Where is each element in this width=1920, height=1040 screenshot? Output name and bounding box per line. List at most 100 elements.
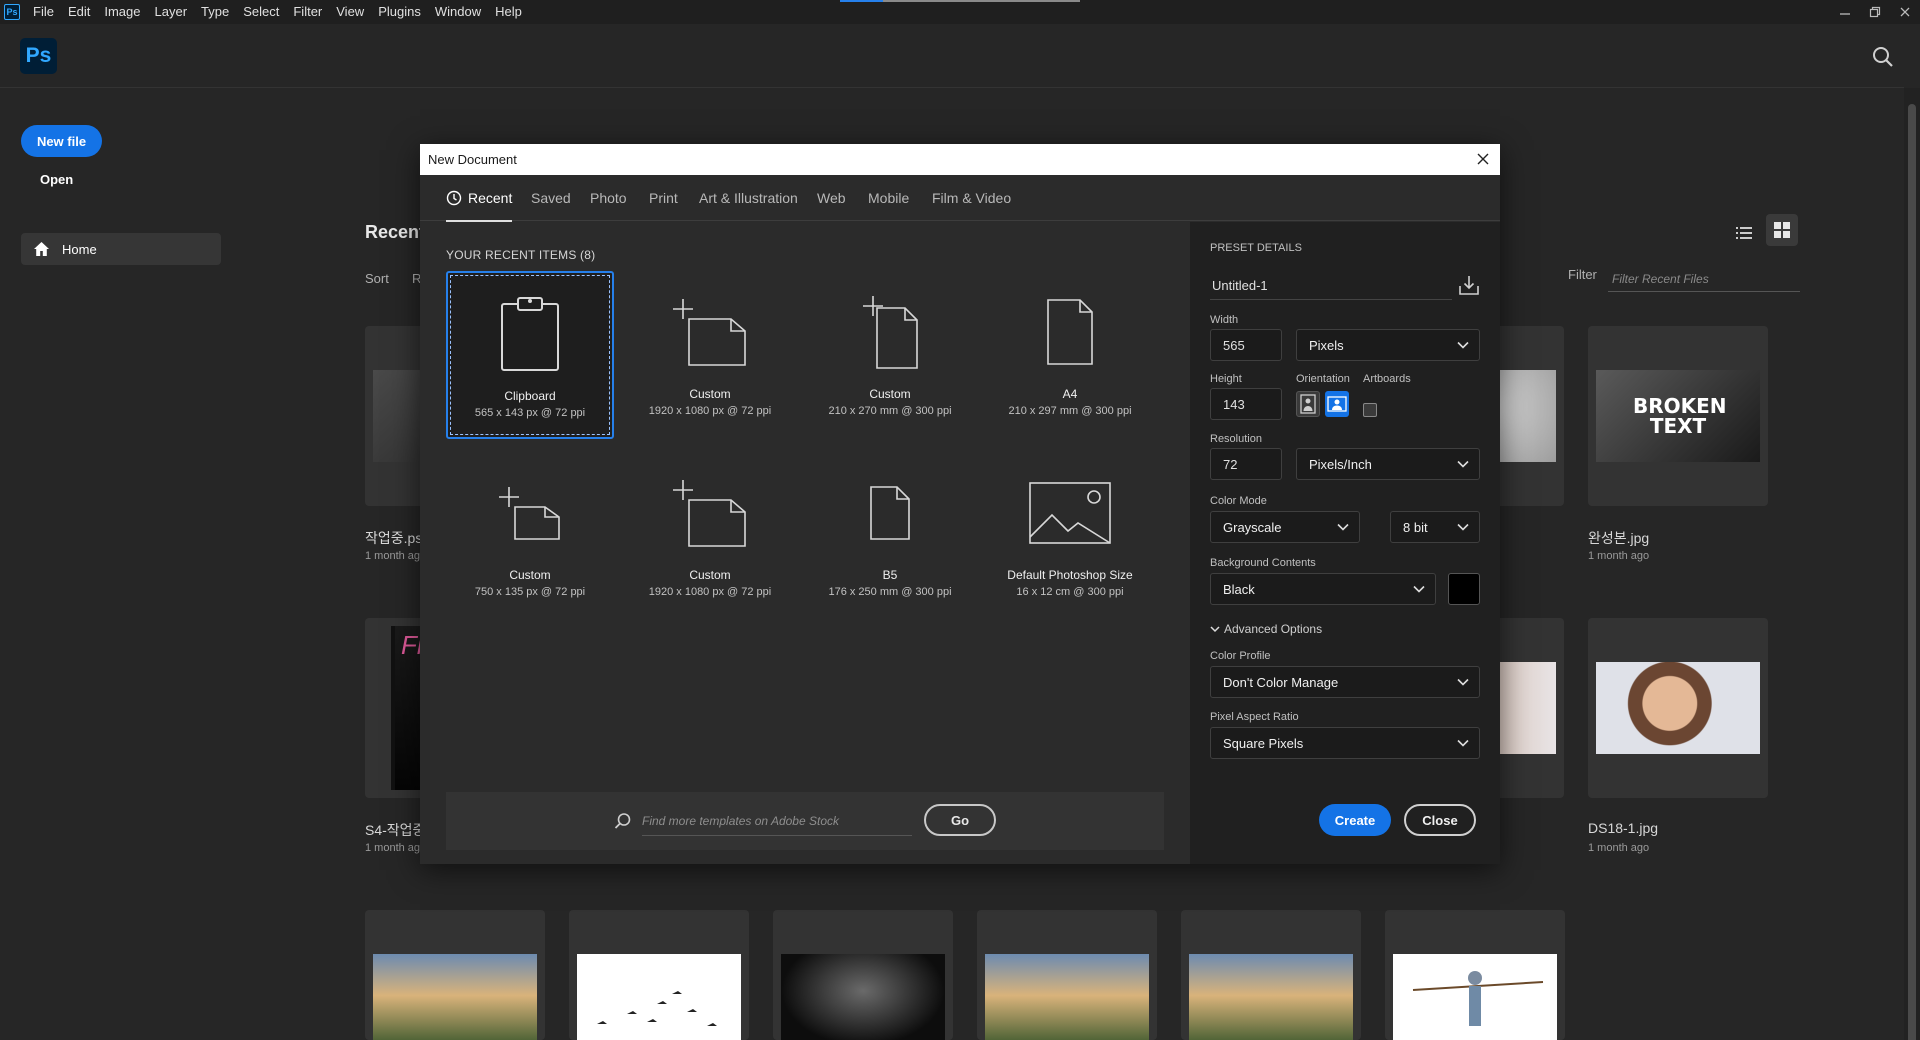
- landscape-orientation-button[interactable]: [1325, 391, 1349, 417]
- file-thumbnail: [1189, 954, 1353, 1040]
- custom-portrait-icon: [806, 291, 974, 373]
- preset-card-default-photoshop[interactable]: Default Photoshop Size 16 x 12 cm @ 300 …: [986, 452, 1154, 620]
- adobe-stock-search-input[interactable]: [642, 806, 912, 836]
- preset-category-tabs: Recent Saved Photo Print Art & Illustrat…: [420, 175, 1500, 222]
- close-icon[interactable]: [1890, 0, 1920, 24]
- filter-recent-files-input[interactable]: [1608, 266, 1800, 292]
- preset-card-custom[interactable]: Custom 1920 x 1080 px @ 72 ppi: [626, 271, 794, 439]
- open-button[interactable]: Open: [40, 172, 73, 187]
- menu-select[interactable]: Select: [236, 0, 286, 24]
- resolution-input[interactable]: 72: [1210, 448, 1282, 480]
- menu-layer[interactable]: Layer: [148, 0, 195, 24]
- recent-file-card[interactable]: [977, 910, 1157, 1040]
- restore-icon[interactable]: [1860, 0, 1890, 24]
- save-preset-icon[interactable]: [1458, 274, 1480, 296]
- scrollbar-thumb[interactable]: [1908, 104, 1916, 1040]
- preset-name: B5: [882, 568, 898, 582]
- preset-description: 210 x 297 mm @ 300 ppi: [1008, 405, 1132, 417]
- tab-web[interactable]: Web: [817, 175, 846, 221]
- menu-edit[interactable]: Edit: [61, 0, 97, 24]
- search-icon[interactable]: [1872, 46, 1894, 68]
- preset-card-custom[interactable]: Custom 210 x 270 mm @ 300 ppi: [806, 271, 974, 439]
- menu-filter[interactable]: Filter: [286, 0, 329, 24]
- select-value: 8 bit: [1403, 519, 1428, 535]
- preset-details-panel: PRESET DETAILS Untitled-1 Width 565 Pixe…: [1190, 222, 1500, 864]
- tab-print[interactable]: Print: [649, 175, 678, 221]
- custom-landscape-icon: [626, 472, 794, 554]
- chevron-down-icon: [1457, 460, 1469, 468]
- preset-name: Custom: [509, 568, 551, 582]
- preset-description: 176 x 250 mm @ 300 ppi: [828, 586, 952, 598]
- new-file-button[interactable]: New file: [21, 125, 102, 157]
- recent-file-card[interactable]: [773, 910, 953, 1040]
- minimize-icon[interactable]: [1830, 0, 1860, 24]
- color-profile-select[interactable]: Don't Color Manage: [1210, 666, 1480, 698]
- menu-file[interactable]: File: [26, 0, 61, 24]
- preset-description: 750 x 135 px @ 72 ppi: [474, 586, 586, 598]
- recent-heading: Recent: [365, 222, 426, 242]
- image-icon: [986, 472, 1154, 554]
- sort-label[interactable]: Sort: [365, 271, 389, 286]
- background-contents-select[interactable]: Black: [1210, 573, 1436, 605]
- portrait-orientation-button[interactable]: [1296, 391, 1320, 417]
- menu-window[interactable]: Window: [428, 0, 488, 24]
- tab-film-video[interactable]: Film & Video: [932, 175, 1011, 221]
- file-name: S4-작업중: [365, 822, 426, 838]
- preset-card-custom[interactable]: Custom 1920 x 1080 px @ 72 ppi: [626, 452, 794, 620]
- chevron-down-icon: [1457, 523, 1469, 531]
- chevron-down-icon: [1457, 739, 1469, 747]
- grid-view-icon[interactable]: [1766, 214, 1798, 246]
- tab-art-illustration[interactable]: Art & Illustration: [699, 175, 798, 221]
- recent-file-card[interactable]: [365, 910, 545, 1040]
- list-view-icon[interactable]: [1729, 218, 1759, 248]
- app-icon: Ps: [4, 4, 20, 20]
- resolution-label: Resolution: [1210, 433, 1262, 445]
- menu-plugins[interactable]: Plugins: [371, 0, 428, 24]
- artboards-label: Artboards: [1363, 373, 1411, 385]
- landscape-icon: [1327, 396, 1347, 412]
- select-value: Black: [1223, 581, 1255, 597]
- recent-file-card[interactable]: [1385, 910, 1565, 1040]
- recent-file-card[interactable]: [1588, 618, 1768, 798]
- loading-progress-fill: [840, 0, 884, 2]
- preset-card-clipboard[interactable]: Clipboard 565 x 143 px @ 72 ppi: [446, 271, 614, 439]
- select-value: Square Pixels: [1223, 735, 1304, 751]
- sidebar-item-home[interactable]: Home: [21, 233, 221, 265]
- recent-file-card[interactable]: BROKEN TEXT: [1588, 326, 1768, 506]
- tab-mobile[interactable]: Mobile: [868, 175, 909, 221]
- menu-image[interactable]: Image: [97, 0, 147, 24]
- preset-card-a4[interactable]: A4 210 x 297 mm @ 300 ppi: [986, 271, 1154, 439]
- filter-label: Filter: [1568, 267, 1597, 282]
- page-scrollbar[interactable]: [1904, 88, 1920, 1040]
- pixel-aspect-ratio-select[interactable]: Square Pixels: [1210, 727, 1480, 759]
- width-input[interactable]: 565: [1210, 329, 1282, 361]
- file-thumbnail: [373, 954, 537, 1040]
- height-input[interactable]: 143: [1210, 388, 1282, 420]
- recent-file-card[interactable]: [1181, 910, 1361, 1040]
- tab-saved[interactable]: Saved: [531, 175, 571, 221]
- recent-file-card[interactable]: [569, 910, 749, 1040]
- resolution-unit-select[interactable]: Pixels/Inch: [1296, 448, 1480, 480]
- preset-description: 565 x 143 px @ 72 ppi: [474, 407, 586, 419]
- dialog-close-icon[interactable]: [1474, 150, 1492, 168]
- document-name-field[interactable]: Untitled-1: [1210, 272, 1452, 300]
- color-mode-select[interactable]: Grayscale: [1210, 511, 1360, 543]
- advanced-options-toggle[interactable]: Advanced Options: [1210, 622, 1322, 636]
- artboards-checkbox[interactable]: [1363, 403, 1377, 417]
- preset-description: 16 x 12 cm @ 300 ppi: [1016, 586, 1124, 598]
- go-button[interactable]: Go: [924, 804, 996, 836]
- background-color-swatch[interactable]: [1448, 573, 1480, 605]
- create-button[interactable]: Create: [1319, 804, 1391, 836]
- tab-recent[interactable]: Recent: [446, 175, 513, 222]
- chevron-down-icon: [1210, 626, 1220, 633]
- menu-help[interactable]: Help: [488, 0, 529, 24]
- tab-label: Recent: [468, 190, 513, 206]
- menu-view[interactable]: View: [329, 0, 371, 24]
- bit-depth-select[interactable]: 8 bit: [1390, 511, 1480, 543]
- close-button[interactable]: Close: [1404, 804, 1476, 836]
- preset-card-custom[interactable]: Custom 750 x 135 px @ 72 ppi: [446, 452, 614, 620]
- menu-type[interactable]: Type: [194, 0, 236, 24]
- preset-card-b5[interactable]: B5 176 x 250 mm @ 300 ppi: [806, 452, 974, 620]
- width-unit-select[interactable]: Pixels: [1296, 329, 1480, 361]
- tab-photo[interactable]: Photo: [590, 175, 627, 221]
